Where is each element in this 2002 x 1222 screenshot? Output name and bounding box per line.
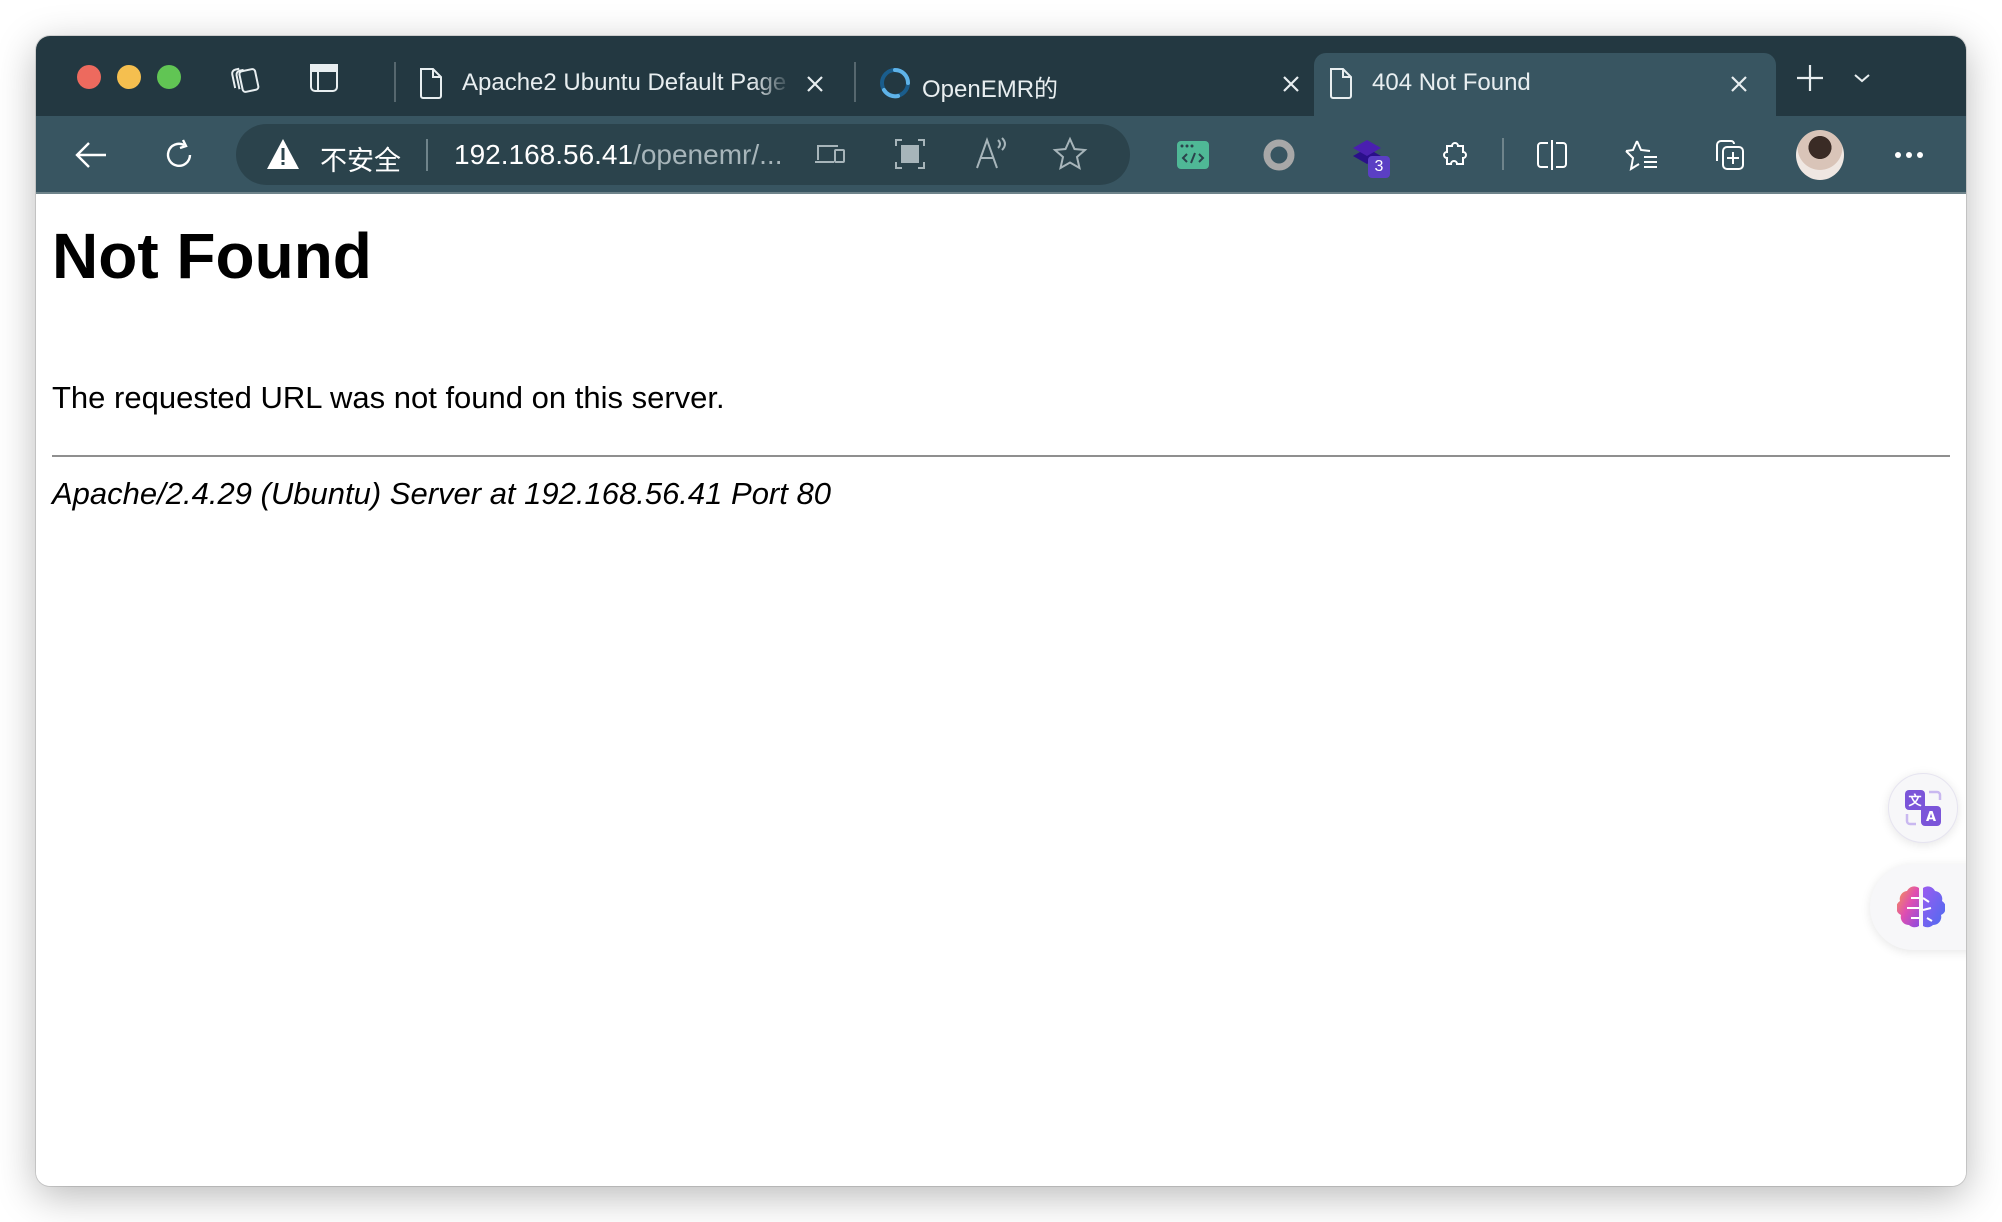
warning-icon[interactable] — [266, 138, 300, 175]
url-text[interactable]: 192.168.56.41/openemr/... — [454, 139, 782, 171]
tab-close-button[interactable] — [1276, 69, 1306, 99]
workspaces-icon[interactable] — [228, 60, 264, 96]
collections-icon[interactable] — [1708, 134, 1750, 176]
page-heading: Not Found — [52, 220, 372, 292]
svg-text:文: 文 — [1908, 793, 1922, 809]
tab-close-button[interactable] — [1724, 69, 1754, 99]
page-icon — [418, 66, 448, 102]
tab-list-dropdown[interactable] — [1844, 60, 1880, 96]
tab-apache-default[interactable]: Apache2 Ubuntu Default Page — [404, 53, 874, 116]
translate-button[interactable]: 文 A — [1888, 773, 1958, 843]
window-close-button[interactable] — [77, 65, 101, 89]
tab-404-not-found[interactable]: 404 Not Found — [1314, 53, 1776, 116]
error-message: The requested URL was not found on this … — [52, 380, 725, 415]
divider — [52, 455, 1950, 457]
url-host: 192.168.56.41 — [454, 139, 634, 170]
favorites-list-icon[interactable] — [1620, 134, 1662, 176]
window-minimize-button[interactable] — [117, 65, 141, 89]
navigation-toolbar: 不安全 192.168.56.41/openemr/... 3 — [36, 116, 1966, 194]
favorite-star-icon[interactable] — [1052, 136, 1088, 177]
tab-title: Apache2 Ubuntu Default Page — [462, 69, 787, 96]
device-icon[interactable] — [814, 140, 846, 173]
address-bar[interactable]: 不安全 192.168.56.41/openemr/... — [236, 124, 1130, 185]
extension-badge: 3 — [1368, 156, 1390, 178]
circle-extension-icon[interactable] — [1258, 134, 1300, 176]
layers-extension-icon[interactable]: 3 — [1346, 134, 1390, 178]
page-icon — [1328, 66, 1358, 102]
read-aloud-icon[interactable] — [974, 136, 1010, 175]
tab-title: OpenEMR的 — [922, 76, 1059, 103]
server-signature: Apache/2.4.29 (Ubuntu) Server at 192.168… — [52, 476, 831, 511]
extensions-puzzle-icon[interactable] — [1434, 134, 1476, 176]
url-path: /openemr/... — [633, 139, 783, 170]
new-tab-button[interactable] — [1792, 60, 1828, 96]
page-content: Not Found The requested URL was not foun… — [36, 194, 1966, 1186]
loading-spinner-icon — [878, 66, 910, 102]
svg-text:A: A — [1926, 810, 1936, 825]
back-button[interactable] — [70, 134, 112, 176]
not-secure-label[interactable]: 不安全 — [320, 139, 401, 178]
tab-strip: Apache2 Ubuntu Default Page OpenEMR的 404… — [36, 36, 1966, 116]
code-extension-icon[interactable] — [1172, 134, 1214, 176]
tab-separator — [854, 62, 856, 102]
split-screen-icon[interactable] — [1531, 134, 1573, 176]
translate-icon: 文 A — [1905, 790, 1942, 826]
tab-openemr[interactable]: OpenEMR的 — [864, 53, 1334, 116]
browser-window: Apache2 Ubuntu Default Page OpenEMR的 404… — [36, 36, 1966, 1186]
omnibox-separator — [426, 139, 428, 171]
reload-button[interactable] — [158, 134, 200, 176]
tab-separator — [394, 62, 396, 102]
tab-title: 404 Not Found — [1372, 69, 1531, 96]
apps-icon[interactable] — [894, 138, 926, 175]
more-menu-icon[interactable] — [1888, 134, 1930, 176]
window-zoom-button[interactable] — [157, 65, 181, 89]
ai-brain-icon — [1897, 886, 1945, 928]
tab-close-button[interactable] — [800, 69, 830, 99]
vertical-tabs-icon[interactable] — [306, 60, 342, 96]
profile-avatar[interactable] — [1796, 130, 1844, 180]
ai-assistant-button[interactable] — [1870, 864, 1966, 950]
toolbar-separator — [1502, 138, 1504, 170]
